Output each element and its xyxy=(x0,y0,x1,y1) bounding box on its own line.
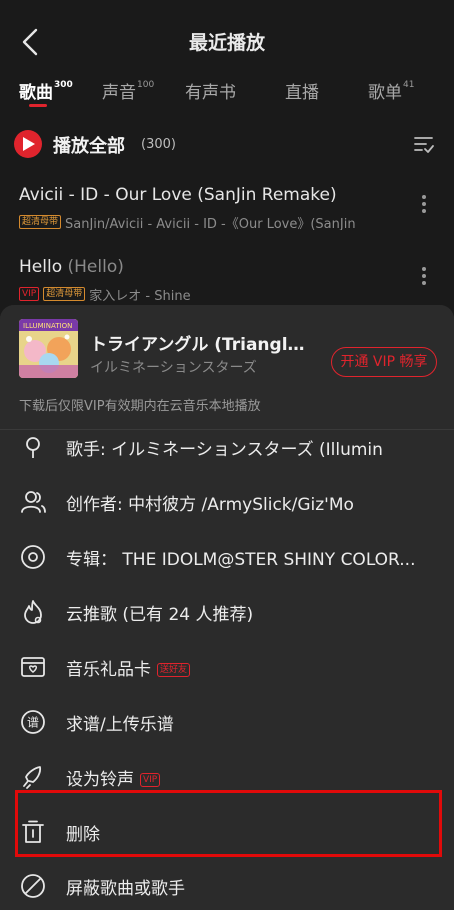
active-tab-indicator xyxy=(29,104,47,107)
tab-live[interactable]: 直播 xyxy=(285,78,319,103)
header: 最近播放 xyxy=(0,0,454,82)
menu-label: 音乐礼品卡 送好友 xyxy=(66,655,191,680)
menu-label: 创作者: 中村彼方 /ArmySlick/Giz'Mo xyxy=(66,495,354,515)
menu-label: 歌手: イルミネーションスターズ (Illumin xyxy=(66,440,383,460)
menu-label-text: 设为铃声 xyxy=(66,770,134,790)
album-cover[interactable]: ILLUMINATION xyxy=(19,319,78,378)
sheet-header: ILLUMINATION トライアングル (Triangle... イルミネーシ… xyxy=(0,305,454,430)
tab-bar: 歌曲300 声音100 有声书 直播 歌单41 xyxy=(0,74,454,110)
tab-label: 有声书 xyxy=(185,83,236,103)
song-title-text: Avicii - ID - Our Love (SanJin Remake) xyxy=(19,185,337,205)
menu-item-album[interactable]: 专辑： THE IDOLM@STER SHINY COLOR... xyxy=(0,528,454,584)
svg-text:谱: 谱 xyxy=(27,716,39,730)
song-meta: 超清母带 SanJin/Avicii - Avicii - ID -《Our L… xyxy=(19,214,409,230)
gift-card-icon xyxy=(21,657,45,677)
tab-label: 声音 xyxy=(102,83,136,103)
play-all-label[interactable]: 播放全部 xyxy=(53,132,125,158)
menu-item-gift-card[interactable]: 音乐礼品卡 送好友 xyxy=(0,638,454,694)
sheet-song-artist[interactable]: イルミネーションスターズ xyxy=(90,357,257,377)
tab-playlists[interactable]: 歌单41 xyxy=(368,78,414,103)
send-friend-badge: 送好友 xyxy=(157,663,191,677)
tab-audiobooks[interactable]: 有声书 xyxy=(185,78,236,103)
flame-icon xyxy=(24,600,42,624)
song-title: Hello (Hello) xyxy=(19,257,124,277)
tab-label: 歌曲 xyxy=(19,83,53,103)
tab-songs[interactable]: 歌曲300 xyxy=(19,78,73,103)
play-all-count: (300) xyxy=(141,137,176,152)
album-icon xyxy=(21,545,45,569)
song-meta: VIP 超清母带 家入レオ - Shine xyxy=(19,286,409,302)
ringtone-icon xyxy=(23,766,42,789)
menu-label: 设为铃声 VIP xyxy=(66,765,161,790)
song-artist: SanJin/Avicii - Avicii - ID -《Our Love》(… xyxy=(65,216,356,231)
menu-label: 云推歌 (已有 24 人推荐) xyxy=(66,605,254,625)
song-artist: 家入レオ - Shine xyxy=(89,288,191,303)
vip-badge: VIP xyxy=(140,773,161,787)
play-all-row[interactable]: 播放全部 (300) xyxy=(0,124,454,164)
more-icon[interactable] xyxy=(420,195,428,217)
menu-item-cloud-recommend[interactable]: 云推歌 (已有 24 人推荐) xyxy=(0,583,454,639)
menu-label: 屏蔽歌曲或歌手 xyxy=(66,879,185,899)
creators-icon xyxy=(21,491,46,513)
tab-count: 100 xyxy=(137,80,155,90)
download-notice: 下载后仅限VIP有效期内在云音乐本地播放 xyxy=(19,399,261,414)
menu-item-block[interactable]: 屏蔽歌曲或歌手 xyxy=(0,857,454,910)
singer-icon xyxy=(26,437,40,458)
open-vip-button[interactable]: 开通 VIP 畅享 xyxy=(331,347,437,377)
menu-label-text: 音乐礼品卡 xyxy=(66,660,151,680)
tab-count: 41 xyxy=(403,80,415,90)
block-icon xyxy=(21,874,45,898)
song-title: Avicii - ID - Our Love (SanJin Remake) xyxy=(19,185,337,205)
more-icon[interactable] xyxy=(420,267,428,289)
sheet-song-title: トライアングル (Triangle... xyxy=(90,335,315,355)
score-icon: 谱 xyxy=(21,710,45,734)
vip-badge: VIP xyxy=(19,287,40,301)
quality-badge: 超清母带 xyxy=(43,287,86,301)
page-title: 最近播放 xyxy=(188,32,265,54)
tab-sounds[interactable]: 声音100 xyxy=(102,78,154,103)
svg-text:ILLUMINATION: ILLUMINATION xyxy=(23,322,72,330)
tab-count: 300 xyxy=(54,80,73,90)
quality-badge: 超清母带 xyxy=(19,215,62,229)
menu-label: 专辑： THE IDOLM@STER SHINY COLOR... xyxy=(66,550,416,570)
song-subtitle: (Hello) xyxy=(67,257,124,277)
menu-label: 求谱/上传乐谱 xyxy=(66,715,174,735)
song-row[interactable]: Avicii - ID - Our Love (SanJin Remake) 超… xyxy=(0,185,454,247)
song-title-text: Hello xyxy=(19,257,63,277)
play-icon[interactable] xyxy=(14,130,42,158)
tab-label: 歌单 xyxy=(368,83,402,103)
tab-label: 直播 xyxy=(285,83,319,103)
highlight-box xyxy=(15,790,442,857)
menu-item-score[interactable]: 谱 求谱/上传乐谱 xyxy=(0,693,454,749)
menu-item-creators[interactable]: 创作者: 中村彼方 /ArmySlick/Giz'Mo xyxy=(0,473,454,529)
multi-select-icon[interactable] xyxy=(412,132,436,156)
